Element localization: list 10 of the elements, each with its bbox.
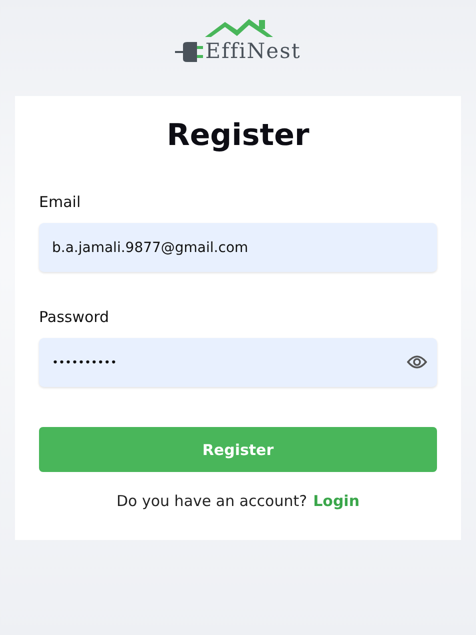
- email-field[interactable]: b.a.jamali.9877@gmail.com: [39, 223, 437, 272]
- page-title: Register: [166, 118, 310, 153]
- field-label: Email: [39, 193, 82, 211]
- field-label: Password: [39, 308, 110, 326]
- house-roof-icon: [203, 17, 276, 39]
- logo-text: EffiNest: [205, 41, 301, 62]
- password-field[interactable]: ••••••••••: [39, 338, 437, 387]
- account-prompt: Do you have an account?: [116, 492, 308, 510]
- eye-icon[interactable]: [407, 355, 427, 369]
- plug-icon: [175, 42, 204, 62]
